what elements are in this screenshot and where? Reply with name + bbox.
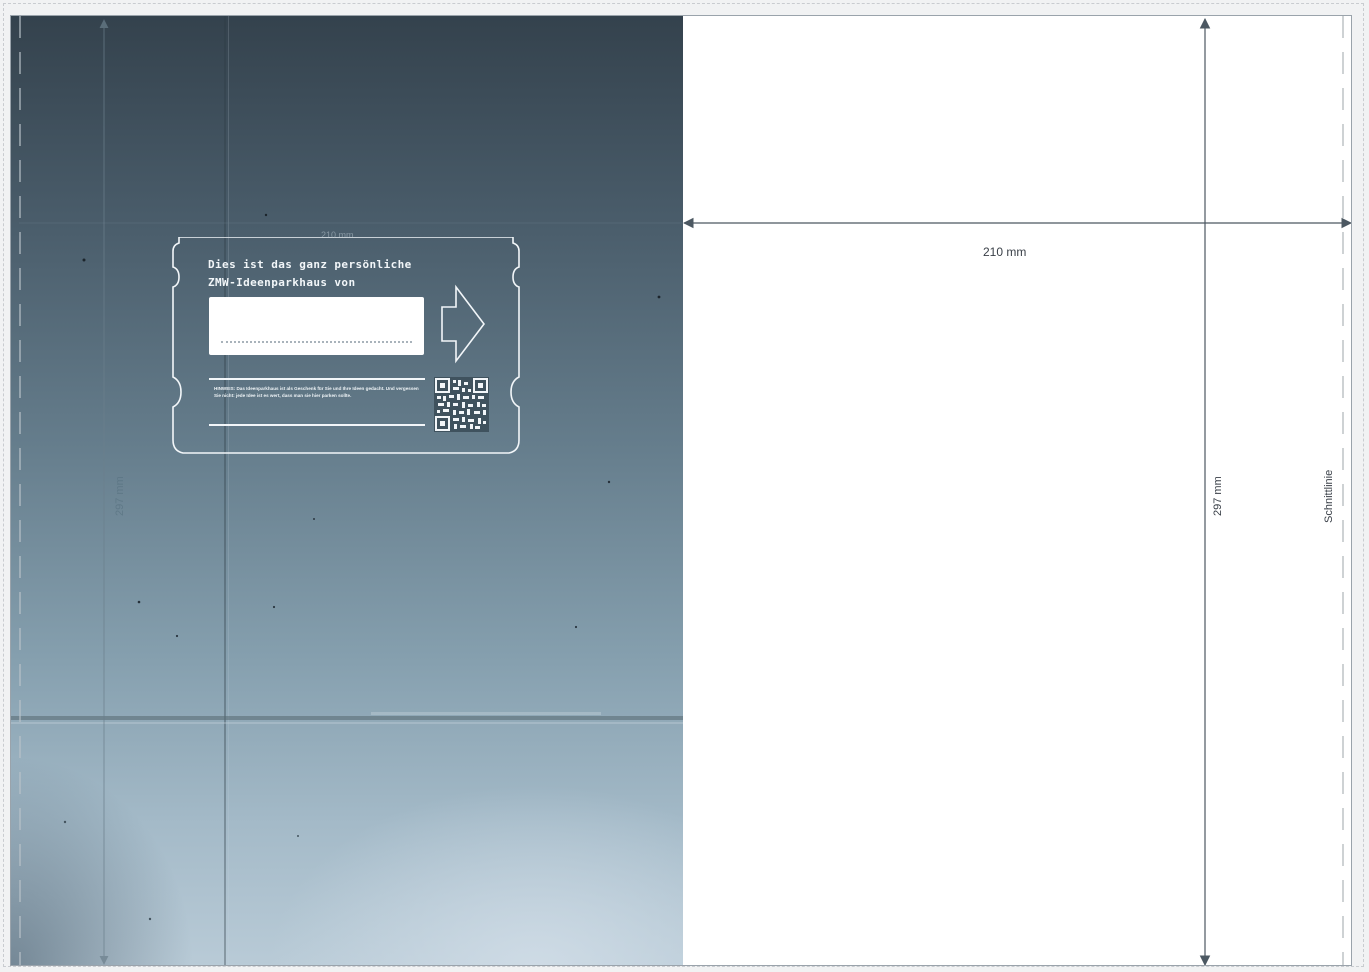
height-dimension-label: 297 mm <box>1212 476 1224 516</box>
width-dimension-label-faint: 210 mm <box>321 230 354 240</box>
print-sheet: Dies ist das ganz persönliche ZMW-Ideenp… <box>10 15 1352 966</box>
width-dimension-label: 210 mm <box>983 245 1027 259</box>
technical-drawing-layer <box>19 16 1351 965</box>
height-dimension-label-faint: 297 mm <box>114 476 126 516</box>
cut-line-label: Schnittlinie <box>1323 469 1335 523</box>
